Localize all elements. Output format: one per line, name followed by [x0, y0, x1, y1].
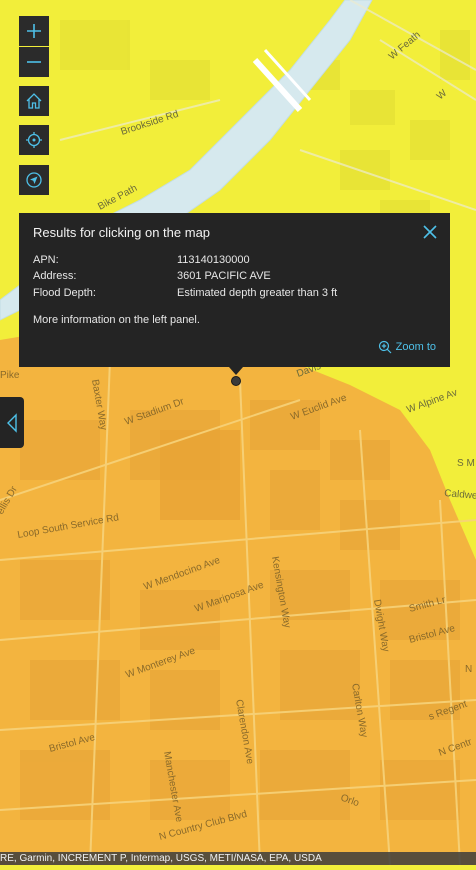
- map-attribution: RE, Garmin, INCREMENT P, Intermap, USGS,…: [0, 852, 476, 865]
- home-button[interactable]: [19, 86, 49, 116]
- identify-popup: Results for clicking on the map APN: 113…: [19, 213, 450, 367]
- locate-icon: [26, 132, 42, 148]
- field-label: Flood Depth:: [33, 287, 96, 299]
- zoom-to-label: Zoom to: [395, 341, 436, 353]
- more-info-text: More information on the left panel.: [33, 314, 200, 326]
- field-value: Estimated depth greater than 3 ft: [177, 287, 338, 299]
- zoom-in-button[interactable]: [19, 16, 49, 46]
- plus-icon: [27, 24, 41, 38]
- close-button[interactable]: [422, 224, 438, 240]
- minus-icon: [27, 61, 41, 63]
- side-panel-toggle[interactable]: [0, 397, 24, 448]
- chevron-left-icon: [7, 412, 17, 433]
- street-label: Pike: [0, 370, 20, 381]
- locate-button[interactable]: [19, 125, 49, 155]
- zoom-in-magnifier-icon: [378, 340, 392, 354]
- popup-pointer: [229, 367, 243, 375]
- home-icon: [26, 93, 42, 109]
- navigation-button[interactable]: [19, 165, 49, 195]
- field-label: APN:: [33, 254, 59, 266]
- navigation-arrow-icon: [26, 172, 42, 188]
- field-value: 3601 PACIFIC AVE: [177, 270, 271, 282]
- map-location-pin: [231, 376, 241, 386]
- zoom-to-button[interactable]: Zoom to: [378, 340, 436, 354]
- close-icon: [423, 225, 437, 239]
- street-label: S M: [457, 458, 475, 469]
- field-label: Address:: [33, 270, 77, 282]
- zoom-out-button[interactable]: [19, 47, 49, 77]
- field-value: 113140130000: [177, 254, 250, 266]
- popup-title: Results for clicking on the map: [33, 225, 211, 240]
- map-view[interactable]: Brookside Rd Bike Path W Feath W Pike Ba…: [0, 0, 476, 866]
- street-label: N: [465, 664, 472, 675]
